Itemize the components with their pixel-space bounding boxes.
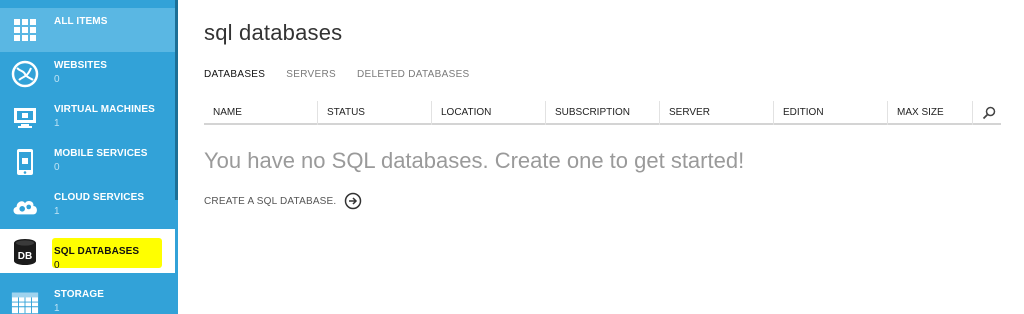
monitor-icon <box>11 104 39 132</box>
sidebar-item-mobile-services[interactable]: MOBILE SERVICES 0 <box>0 140 175 184</box>
tab-servers[interactable]: SERVERS <box>286 69 336 80</box>
sidebar-item-label: ALL ITEMS <box>54 16 108 27</box>
sidebar-item-label: STORAGE <box>54 289 104 300</box>
globe-icon <box>11 60 39 88</box>
mobile-phone-icon <box>11 148 39 176</box>
sidebar-item-count: 1 <box>54 303 60 314</box>
sidebar-item-virtual-machines[interactable]: VIRTUAL MACHINES 1 <box>0 96 175 140</box>
sidebar-item-count: 0 <box>54 162 60 173</box>
page-title: sql databases <box>204 20 343 45</box>
column-header-server[interactable]: SERVER <box>660 101 710 125</box>
sidebar-item-cloud-services[interactable]: CLOUD SERVICES 1 <box>0 184 175 228</box>
table-storage-icon <box>11 289 39 314</box>
column-header-location[interactable]: LOCATION <box>432 101 491 125</box>
sidebar-scrollbar[interactable] <box>175 0 178 200</box>
grid-icon <box>11 16 39 44</box>
sidebar-item-label: MOBILE SERVICES <box>54 148 148 159</box>
create-sql-database-label: CREATE A SQL DATABASE. <box>204 195 337 207</box>
sidebar-item-websites[interactable]: WEBSITES 0 <box>0 52 175 96</box>
arrow-circle-right-icon[interactable] <box>344 192 362 210</box>
column-divider <box>972 101 973 125</box>
column-header-name[interactable]: NAME <box>204 101 242 125</box>
column-header-subscription[interactable]: SUBSCRIPTION <box>546 101 630 125</box>
cloud-gear-icon <box>11 192 39 220</box>
search-icon[interactable] <box>981 105 997 121</box>
sidebar-item-all-items[interactable]: ALL ITEMS <box>0 8 175 52</box>
tab-databases[interactable]: DATABASES <box>204 69 265 80</box>
database-icon: DB <box>11 238 39 266</box>
sidebar-item-label: CLOUD SERVICES <box>54 192 145 203</box>
tab-deleted-databases[interactable]: DELETED DATABASES <box>357 69 470 80</box>
column-header-status[interactable]: STATUS <box>318 101 365 125</box>
sidebar-item-count: 1 <box>54 206 60 217</box>
create-sql-database-link[interactable]: CREATE A SQL DATABASE. <box>204 192 362 210</box>
column-header-max-size[interactable]: MAX SIZE <box>888 101 944 125</box>
sidebar-item-storage[interactable]: STORAGE 1 <box>0 281 175 314</box>
empty-state-message: You have no SQL databases. Create one to… <box>204 148 745 173</box>
column-header-edition[interactable]: EDITION <box>774 101 824 125</box>
sidebar-item-label: VIRTUAL MACHINES <box>54 104 155 115</box>
tab-bar: DATABASES SERVERS DELETED DATABASES <box>204 69 470 80</box>
sidebar-item-count: 0 <box>54 74 60 85</box>
sidebar-item-count: 1 <box>54 118 60 129</box>
sidebar-nav: ALL ITEMS WEBSITES 0 VIRTUAL MACHINES 1 <box>0 0 178 314</box>
table-header: NAME STATUS LOCATION SUBSCRIPTION SERVER… <box>204 101 1001 125</box>
sidebar-item-label: WEBSITES <box>54 60 108 71</box>
sidebar-item-count: 0 <box>54 260 60 271</box>
sidebar-item-label: SQL DATABASES <box>54 246 140 257</box>
database-icon-text: DB <box>18 251 32 262</box>
sidebar-item-sql-databases[interactable]: DB SQL DATABASES 0 <box>0 229 175 273</box>
